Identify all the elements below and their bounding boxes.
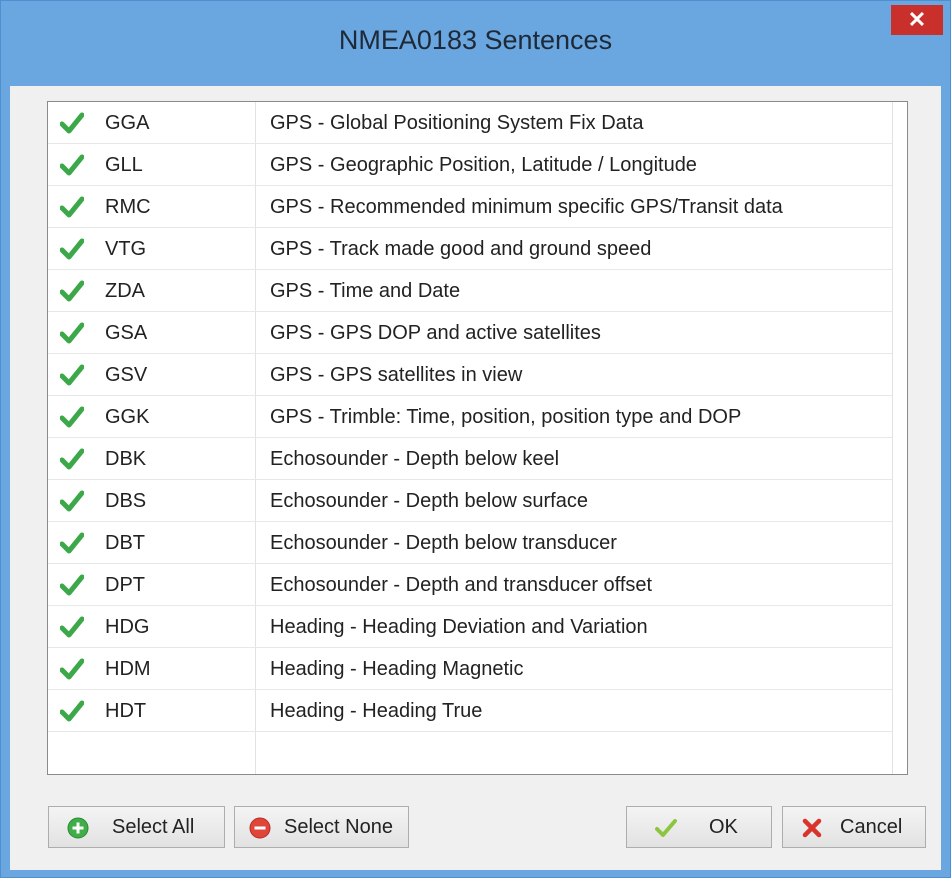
- sentence-description: Echosounder - Depth below transducer: [270, 532, 617, 554]
- green-checkmark-icon[interactable]: [60, 573, 84, 597]
- green-checkmark-icon[interactable]: [60, 279, 84, 303]
- sentence-code: GLL: [105, 154, 143, 176]
- sentence-description: GPS - Trimble: Time, position, position …: [270, 406, 742, 428]
- list-item[interactable]: GGK GPS - Trimble: Time, position, positi…: [48, 396, 892, 438]
- sentence-code: GSV: [105, 364, 148, 386]
- sentence-description: GPS - Geographic Position, Latitude / Lo…: [270, 154, 697, 176]
- sentence-code: DBT: [105, 532, 145, 554]
- sentence-description: GPS - Recommended minimum specific GPS/T…: [270, 196, 783, 218]
- list-item[interactable]: RMC GPS - Recommended minimum specific GP…: [48, 186, 892, 228]
- sentence-code: HDM: [105, 658, 151, 680]
- select-all-label: Select All: [112, 816, 195, 838]
- select-all-button[interactable]: Select All: [48, 806, 225, 848]
- cancel-button[interactable]: Cancel: [782, 806, 926, 848]
- green-checkmark-icon[interactable]: [60, 237, 84, 261]
- dialog-window: NMEA0183 Sentences ✕ GGA GPS - Global Pos…: [0, 0, 951, 878]
- sentence-code: ZDA: [105, 280, 145, 302]
- column-divider: [892, 102, 893, 774]
- list-item[interactable]: HDG Heading - Heading Deviation and Varia…: [48, 606, 892, 648]
- dialog-title: NMEA0183 Sentences: [338, 25, 613, 55]
- green-checkmark-icon[interactable]: [60, 657, 84, 681]
- green-checkmark-icon[interactable]: [60, 405, 84, 429]
- sentence-description: GPS - GPS satellites in view: [270, 364, 523, 386]
- green-checkmark-icon[interactable]: [60, 363, 84, 387]
- sentence-code: VTG: [105, 238, 147, 260]
- green-checkmark-icon[interactable]: [60, 153, 84, 177]
- list-item[interactable]: DBK Echosounder - Depth below keel: [48, 438, 892, 480]
- green-checkmark-icon[interactable]: [60, 531, 84, 555]
- list-item[interactable]: HDT Heading - Heading True: [48, 690, 892, 732]
- sentence-description: GPS - Time and Date: [270, 280, 461, 302]
- list-item[interactable]: GGA GPS - Global Positioning System Fix D…: [48, 102, 892, 144]
- list-item[interactable]: GSV GPS - GPS satellites in view: [48, 354, 892, 396]
- title-bar[interactable]: NMEA0183 Sentences ✕: [1, 1, 950, 85]
- cancel-label: Cancel: [840, 816, 903, 838]
- ok-button[interactable]: OK: [626, 806, 772, 848]
- sentence-code: HDG: [105, 616, 150, 638]
- sentence-description: Heading - Heading Deviation and Variatio…: [270, 616, 648, 638]
- sentence-description: GPS - GPS DOP and active satellites: [270, 322, 601, 344]
- sentence-code: GGA: [105, 112, 150, 134]
- sentence-description: Echosounder - Depth and transducer offse…: [270, 574, 653, 596]
- list-item[interactable]: DPT Echosounder - Depth and transducer of…: [48, 564, 892, 606]
- sentence-description: Heading - Heading Magnetic: [270, 658, 524, 680]
- sentence-code: DPT: [105, 574, 145, 596]
- list-item[interactable]: ZDA GPS - Time and Date: [48, 270, 892, 312]
- dialog-client-area: GGA GPS - Global Positioning System Fix D…: [10, 86, 941, 870]
- list-item[interactable]: DBS Echosounder - Depth below surface: [48, 480, 892, 522]
- list-item[interactable]: DBT Echosounder - Depth below transducer: [48, 522, 892, 564]
- sentence-code: DBK: [105, 448, 147, 470]
- green-checkmark-icon[interactable]: [60, 699, 84, 723]
- sentence-description: Echosounder - Depth below keel: [270, 448, 560, 470]
- green-checkmark-icon[interactable]: [60, 489, 84, 513]
- close-button[interactable]: ✕: [891, 5, 943, 35]
- green-checkmark-icon[interactable]: [60, 447, 84, 471]
- red-x-icon: [802, 818, 822, 838]
- close-icon: ✕: [907, 7, 927, 32]
- list-item[interactable]: GSA GPS - GPS DOP and active satellites: [48, 312, 892, 354]
- minus-circle-icon: [249, 817, 271, 839]
- sentence-list[interactable]: GGA GPS - Global Positioning System Fix D…: [47, 101, 908, 775]
- sentence-code: GGK: [105, 406, 150, 428]
- sentence-description: Heading - Heading True: [270, 700, 483, 722]
- green-checkmark-icon[interactable]: [60, 111, 84, 135]
- sentence-code: HDT: [105, 700, 147, 722]
- sentence-description: Echosounder - Depth below surface: [270, 490, 588, 512]
- select-none-button[interactable]: Select None: [234, 806, 409, 848]
- sentence-code: DBS: [105, 490, 147, 512]
- green-checkmark-icon[interactable]: [60, 321, 84, 345]
- checkmark-icon: [655, 819, 677, 837]
- ok-label: OK: [709, 816, 738, 838]
- sentence-description: GPS - Global Positioning System Fix Data: [270, 112, 644, 134]
- green-checkmark-icon[interactable]: [60, 615, 84, 639]
- list-item[interactable]: VTG GPS - Track made good and ground spee…: [48, 228, 892, 270]
- sentence-description: GPS - Track made good and ground speed: [270, 238, 652, 260]
- list-item[interactable]: HDM Heading - Heading Magnetic: [48, 648, 892, 690]
- list-item[interactable]: GLL GPS - Geographic Position, Latitude /…: [48, 144, 892, 186]
- sentence-code: RMC: [105, 196, 151, 218]
- sentence-code: GSA: [105, 322, 148, 344]
- green-checkmark-icon[interactable]: [60, 195, 84, 219]
- plus-circle-icon: [67, 817, 89, 839]
- select-none-label: Select None: [284, 816, 393, 838]
